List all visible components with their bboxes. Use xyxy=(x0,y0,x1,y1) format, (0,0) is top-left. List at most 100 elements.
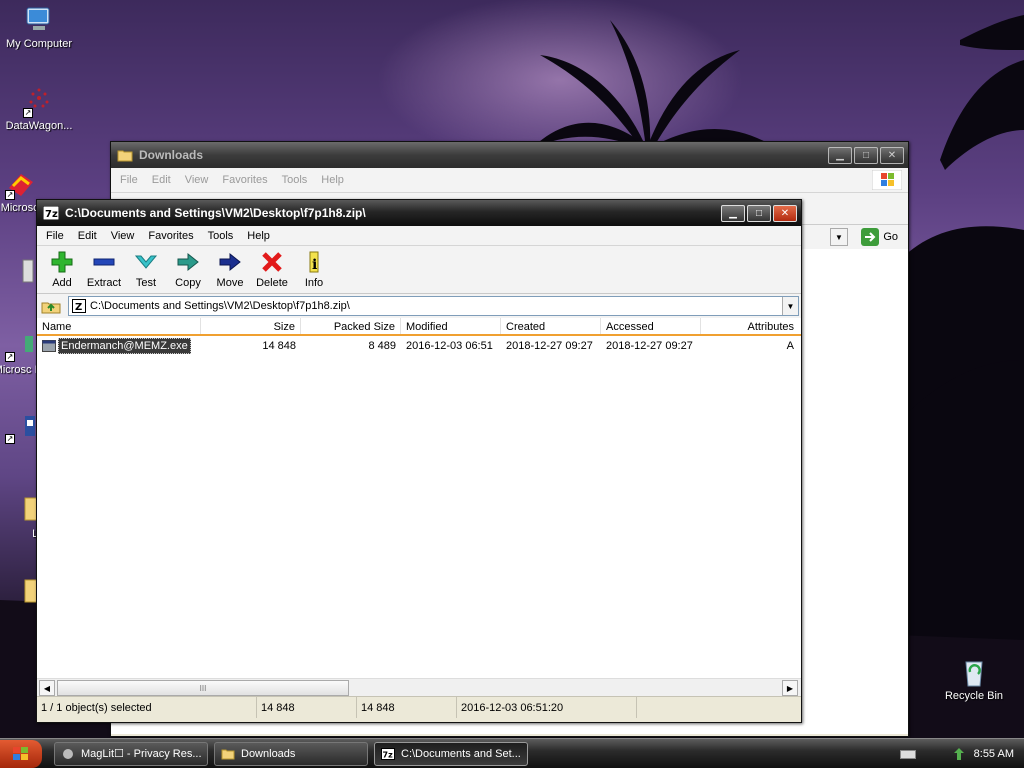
address-input[interactable]: Z C:\Documents and Settings\VM2\Desktop\… xyxy=(68,296,799,316)
menu-tools[interactable]: Tools xyxy=(275,172,315,188)
network-icon[interactable] xyxy=(952,747,966,761)
cell-packed-size: 8 489 xyxy=(368,340,396,352)
column-modified[interactable]: Modified xyxy=(401,318,501,334)
horizontal-scrollbar[interactable]: ◀ III ▶ xyxy=(37,678,801,696)
keyboard-icon[interactable] xyxy=(899,748,916,760)
column-accessed[interactable]: Accessed xyxy=(601,318,701,334)
desktop-icon-recycle-bin[interactable]: Recycle Bin xyxy=(935,656,1013,702)
address-dropdown-button[interactable]: ▼ xyxy=(782,297,798,315)
zip-addressbar: Z C:\Documents and Settings\VM2\Desktop\… xyxy=(37,294,801,318)
copy-button[interactable]: Copy xyxy=(167,250,209,289)
add-button[interactable]: Add xyxy=(41,250,83,289)
status-packed: 14 848 xyxy=(357,697,457,718)
column-size[interactable]: Size xyxy=(201,318,301,334)
menu-edit[interactable]: Edit xyxy=(145,172,178,188)
delete-button[interactable]: Delete xyxy=(251,250,293,289)
desktop-icon-my-computer[interactable]: My Computer xyxy=(0,4,78,50)
move-button[interactable]: Move xyxy=(209,250,251,289)
task-button-7zip[interactable]: 7z C:\Documents and Set... xyxy=(374,741,528,766)
up-folder-icon[interactable] xyxy=(40,297,62,315)
cell-created: 2018-12-27 09:27 xyxy=(506,340,593,352)
datawagon-icon: ↗ xyxy=(23,86,55,118)
zip-titlebar[interactable]: 7z C:\Documents and Settings\VM2\Desktop… xyxy=(37,200,801,226)
folder-icon xyxy=(117,150,133,162)
column-packed-size[interactable]: Packed Size xyxy=(301,318,401,334)
taskbar: MagLit☐ - Privacy Res... Downloads 7z C:… xyxy=(0,738,1024,768)
extract-button[interactable]: Extract xyxy=(83,250,125,289)
column-attributes[interactable]: Attributes xyxy=(701,318,799,334)
maximize-button[interactable]: □ xyxy=(747,204,771,222)
copy-label: Copy xyxy=(175,277,201,289)
cell-accessed: 2018-12-27 09:27 xyxy=(606,340,693,352)
address-text: C:\Documents and Settings\VM2\Desktop\f7… xyxy=(90,300,350,312)
menu-file[interactable]: File xyxy=(39,228,71,244)
info-label: Info xyxy=(304,277,324,289)
add-label: Add xyxy=(52,277,72,289)
cell-name: Endermanch@MEMZ.exe xyxy=(37,338,201,354)
menu-help[interactable]: Help xyxy=(240,228,277,244)
svg-text:7z: 7z xyxy=(383,750,394,759)
clock[interactable]: 8:55 AM xyxy=(974,748,1014,760)
menu-favorites[interactable]: Favorites xyxy=(141,228,200,244)
exe-file-icon xyxy=(42,340,56,352)
shortcut-arrow-icon: ↗ xyxy=(23,108,33,118)
scroll-right-button[interactable]: ▶ xyxy=(782,680,798,696)
menu-edit[interactable]: Edit xyxy=(71,228,104,244)
status-modified: 2016-12-03 06:51:20 xyxy=(457,697,637,718)
extract-icon xyxy=(93,258,115,266)
info-button[interactable]: i Info xyxy=(293,250,335,289)
add-icon xyxy=(51,251,73,273)
column-name[interactable]: Name xyxy=(37,318,201,334)
downloads-titlebar[interactable]: Downloads ▁ □ ✕ xyxy=(111,142,908,168)
test-icon xyxy=(134,255,158,269)
test-button[interactable]: Test xyxy=(125,250,167,289)
move-icon xyxy=(219,252,241,272)
svg-text:i: i xyxy=(312,257,317,273)
svg-text:Z: Z xyxy=(75,302,82,313)
task-label: MagLit☐ - Privacy Res... xyxy=(81,748,202,760)
zip-menubar: File Edit View Favorites Tools Help xyxy=(37,226,801,246)
menu-view[interactable]: View xyxy=(104,228,142,244)
zip-window[interactable]: 7z C:\Documents and Settings\VM2\Desktop… xyxy=(36,199,802,723)
status-size: 14 848 xyxy=(257,697,357,718)
extract-label: Extract xyxy=(86,277,122,289)
menu-view[interactable]: View xyxy=(178,172,216,188)
computer-icon xyxy=(23,4,55,36)
go-button[interactable]: Go xyxy=(861,228,898,246)
address-dropdown-button[interactable]: ▼ xyxy=(830,228,848,246)
delete-icon xyxy=(262,252,282,272)
maximize-button[interactable]: □ xyxy=(854,146,878,164)
task-button-downloads[interactable]: Downloads xyxy=(214,741,368,766)
minimize-button[interactable]: ▁ xyxy=(721,204,745,222)
desktop-icon-label: DataWagon... xyxy=(5,120,73,132)
copy-icon xyxy=(177,252,199,272)
zip-folder-icon xyxy=(5,576,38,608)
folder-icon xyxy=(221,749,235,759)
cell-attributes: A xyxy=(786,340,794,352)
desktop-icon-datawagon[interactable]: ↗ DataWagon... xyxy=(0,86,78,132)
minimize-button[interactable]: ▁ xyxy=(828,146,852,164)
menu-file[interactable]: File xyxy=(113,172,145,188)
close-button[interactable]: ✕ xyxy=(773,204,797,222)
scroll-thumb[interactable]: III xyxy=(57,680,349,696)
windows-logo-icon xyxy=(872,170,902,190)
visual-basic-icon: ↗ xyxy=(5,330,37,362)
svg-text:7z: 7z xyxy=(45,209,58,220)
browser-icon xyxy=(63,748,73,759)
move-label: Move xyxy=(216,277,244,289)
menu-help[interactable]: Help xyxy=(314,172,351,188)
cell-size: 14 848 xyxy=(262,340,296,352)
go-arrow-icon xyxy=(861,228,880,246)
list-header: Name Size Packed Size Modified Created A… xyxy=(37,318,801,336)
menu-favorites[interactable]: Favorites xyxy=(215,172,274,188)
info-icon: i xyxy=(309,251,319,273)
scroll-left-button[interactable]: ◀ xyxy=(39,680,55,696)
close-button[interactable]: ✕ xyxy=(880,146,904,164)
table-row[interactable]: Endermanch@MEMZ.exe 14 848 8 489 2016-12… xyxy=(37,336,801,356)
folder-icon xyxy=(5,494,38,526)
my-documents-icon xyxy=(5,256,37,288)
task-button-maglit[interactable]: MagLit☐ - Privacy Res... xyxy=(54,741,208,766)
start-button[interactable] xyxy=(0,739,42,768)
column-created[interactable]: Created xyxy=(501,318,601,334)
menu-tools[interactable]: Tools xyxy=(201,228,241,244)
